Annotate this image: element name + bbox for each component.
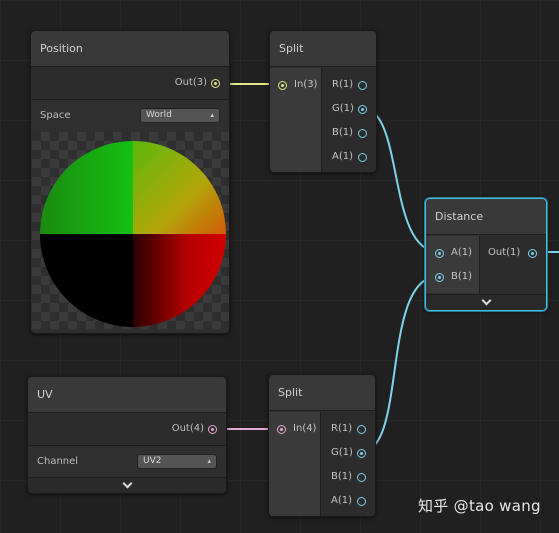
split-top-input-column: In(3) bbox=[270, 68, 322, 172]
split-bottom-title: Split bbox=[269, 375, 375, 411]
updown-arrow-icon: ▴ bbox=[210, 111, 214, 119]
distance-input-column: A(1) B(1) bbox=[426, 236, 480, 293]
distance-input-a: A(1) bbox=[451, 247, 473, 258]
position-node[interactable]: Position Out(3) Space World ▴ bbox=[30, 30, 230, 334]
split-top-output-g: G(1) bbox=[332, 103, 354, 114]
preview-sphere bbox=[40, 141, 226, 327]
split-top-output-b: B(1) bbox=[332, 127, 354, 138]
space-dropdown[interactable]: World ▴ bbox=[140, 108, 220, 123]
uv-title: UV bbox=[28, 377, 226, 413]
chevron-down-icon bbox=[122, 478, 132, 489]
updown-arrow-icon: ▴ bbox=[207, 457, 211, 465]
split-top-output-a: A(1) bbox=[332, 151, 354, 162]
uv-collapse-toggle[interactable] bbox=[28, 477, 226, 493]
split-top-input-port[interactable] bbox=[278, 81, 287, 90]
space-dropdown-value: World bbox=[146, 110, 172, 120]
split-top-port-b[interactable] bbox=[358, 129, 367, 138]
split-bottom-port-g[interactable] bbox=[357, 449, 366, 458]
split-top-output-column: R(1) G(1) B(1) A(1) bbox=[322, 68, 376, 172]
split-bottom-port-a[interactable] bbox=[357, 497, 366, 506]
distance-node[interactable]: Distance A(1) B(1) Out(1) bbox=[425, 198, 547, 311]
split-bottom-output-r: R(1) bbox=[331, 423, 353, 434]
distance-input-port-b[interactable] bbox=[435, 273, 444, 282]
split-bottom-port-r[interactable] bbox=[357, 425, 366, 434]
position-output-row: Out(3) bbox=[31, 67, 229, 100]
channel-property-row: Channel UV2 ▴ bbox=[28, 446, 226, 478]
uv-output-port[interactable] bbox=[208, 425, 217, 434]
split-top-port-a[interactable] bbox=[358, 153, 367, 162]
distance-output-column: Out(1) bbox=[480, 236, 546, 293]
split-bottom-output-column: R(1) G(1) B(1) A(1) bbox=[321, 412, 375, 516]
distance-title: Distance bbox=[426, 199, 546, 235]
position-preview bbox=[32, 132, 229, 329]
uv-node[interactable]: UV Out(4) Channel UV2 ▴ bbox=[27, 376, 227, 494]
distance-collapse-toggle[interactable] bbox=[426, 294, 546, 310]
channel-label: Channel bbox=[37, 456, 79, 467]
split-bottom-output-a: A(1) bbox=[331, 495, 353, 506]
split-bottom-output-g: G(1) bbox=[331, 447, 353, 458]
watermark-text: 知乎 @tao wang bbox=[418, 497, 541, 515]
position-output-label: Out(3) bbox=[174, 77, 207, 88]
uv-output-label: Out(4) bbox=[171, 423, 204, 434]
uv-output-row: Out(4) bbox=[28, 413, 226, 446]
split-node-bottom[interactable]: Split In(4) R(1) G(1) B(1) A(1) bbox=[268, 374, 376, 517]
distance-output-port[interactable] bbox=[528, 249, 537, 258]
split-top-output-r: R(1) bbox=[332, 79, 354, 90]
split-bottom-input-port[interactable] bbox=[277, 425, 286, 434]
split-top-title: Split bbox=[270, 31, 376, 67]
split-bottom-input-column: In(4) bbox=[269, 412, 321, 516]
chevron-down-icon bbox=[481, 295, 491, 306]
split-bottom-input-label: In(4) bbox=[293, 423, 317, 434]
split-bottom-port-b[interactable] bbox=[357, 473, 366, 482]
split-bottom-output-b: B(1) bbox=[331, 471, 353, 482]
distance-input-b: B(1) bbox=[451, 271, 473, 282]
space-property-row: Space World ▴ bbox=[31, 100, 229, 132]
distance-output-label: Out(1) bbox=[488, 247, 521, 258]
split-top-port-g[interactable] bbox=[358, 105, 367, 114]
distance-input-port-a[interactable] bbox=[435, 249, 444, 258]
channel-dropdown[interactable]: UV2 ▴ bbox=[137, 454, 217, 469]
split-node-top[interactable]: Split In(3) R(1) G(1) B(1) A(1) bbox=[269, 30, 377, 173]
split-top-port-r[interactable] bbox=[358, 81, 367, 90]
position-output-port[interactable] bbox=[211, 79, 220, 88]
channel-dropdown-value: UV2 bbox=[143, 456, 162, 466]
space-label: Space bbox=[40, 110, 71, 121]
split-top-input-label: In(3) bbox=[294, 79, 318, 90]
position-node-title: Position bbox=[31, 31, 229, 67]
